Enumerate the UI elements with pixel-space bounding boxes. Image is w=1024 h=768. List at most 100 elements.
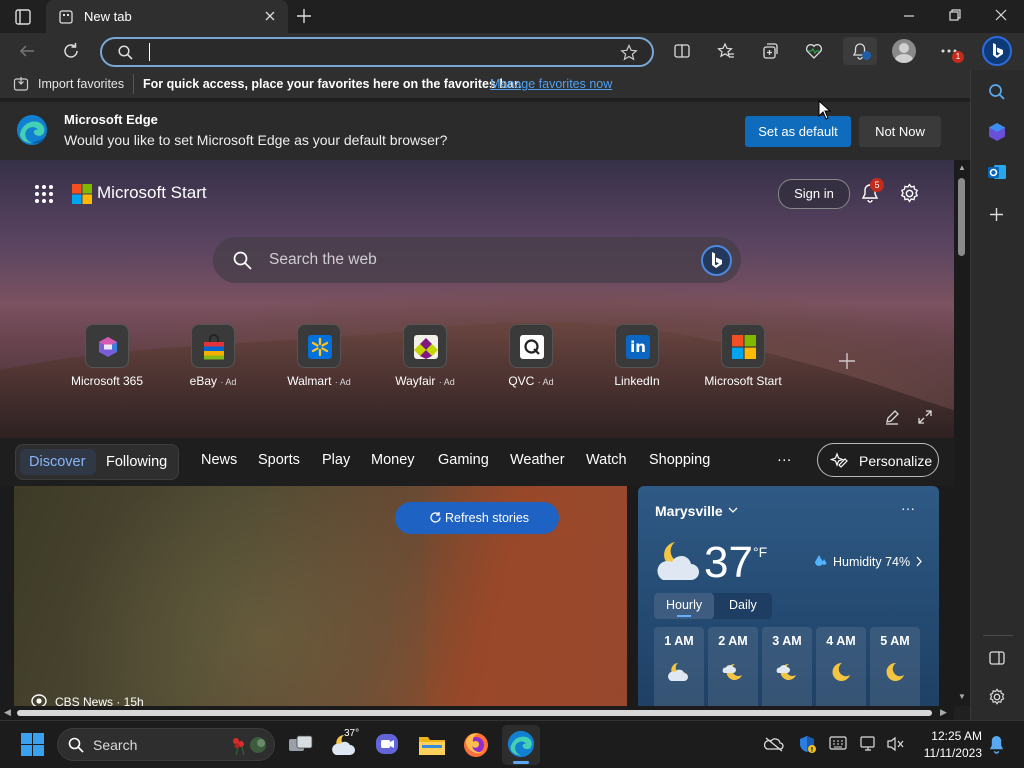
windows-start-icon[interactable]	[21, 733, 44, 756]
nav-weather[interactable]: Weather	[510, 452, 565, 468]
nav-shopping[interactable]: Shopping	[649, 452, 710, 468]
tab-hourly[interactable]: Hourly	[654, 593, 714, 619]
apps-launcher-icon[interactable]	[34, 184, 54, 204]
add-quick-link-icon[interactable]	[838, 352, 856, 370]
hour-slot[interactable]: 5 AM	[870, 627, 920, 706]
notification-dot	[862, 51, 871, 60]
nav-watch[interactable]: Watch	[586, 452, 627, 468]
favorite-star-icon[interactable]	[620, 44, 638, 62]
clock-time[interactable]: 12:25 AM	[912, 729, 982, 743]
edge-taskbar-icon	[507, 730, 535, 758]
vertical-scrollbar[interactable]: ▲ ▼	[954, 160, 970, 706]
notifications-button[interactable]	[843, 37, 877, 65]
personalize-label: Personalize	[859, 453, 933, 469]
restore-icon[interactable]	[949, 9, 961, 21]
close-tab-icon[interactable]	[264, 10, 276, 22]
tab-daily[interactable]: Daily	[729, 598, 757, 612]
horizontal-scroll-thumb[interactable]	[17, 710, 932, 716]
weather-more-icon[interactable]: ···	[901, 500, 915, 516]
weather-card[interactable]: Marysville ··· 37 °F Humidity 74% Hourly…	[638, 486, 939, 706]
back-icon[interactable]	[18, 42, 36, 60]
manage-favorites-link[interactable]: Manage favorites now	[490, 77, 612, 91]
teams-chat-icon[interactable]	[375, 732, 401, 758]
nav-more-button[interactable]: ···	[777, 452, 792, 468]
address-bar[interactable]	[100, 37, 654, 67]
banner-message: Would you like to set Microsoft Edge as …	[64, 132, 448, 148]
refresh-stories-button[interactable]: Refresh stories	[395, 502, 559, 534]
scroll-up-icon[interactable]: ▲	[958, 163, 966, 172]
nav-gaming[interactable]: Gaming	[438, 452, 489, 468]
vertical-scroll-thumb[interactable]	[958, 178, 965, 256]
security-shield-icon[interactable]: !	[797, 734, 817, 754]
tab-hourly-label: Hourly	[666, 598, 703, 612]
hide-sidebar-icon[interactable]	[989, 651, 1005, 665]
taskbar-search-box[interactable]: Search	[57, 728, 275, 761]
sidebar-settings-icon[interactable]	[988, 688, 1006, 706]
profile-avatar[interactable]	[892, 39, 916, 63]
task-view-icon[interactable]	[288, 734, 314, 754]
favorites-icon[interactable]	[717, 42, 735, 60]
split-screen-icon[interactable]	[673, 42, 691, 60]
file-explorer-icon[interactable]	[418, 733, 446, 757]
new-tab-button[interactable]	[296, 8, 312, 24]
story-source: CBS News · 15h	[55, 695, 144, 706]
scroll-down-icon[interactable]: ▼	[958, 692, 966, 701]
scroll-right-icon[interactable]: ▶	[940, 707, 947, 718]
horizontal-scrollbar[interactable]: ◀ ▶	[0, 706, 954, 720]
bing-chat-icon[interactable]	[701, 245, 732, 276]
sidebar-add-icon[interactable]	[989, 207, 1004, 222]
set-as-default-button[interactable]: Set as default	[745, 116, 851, 147]
minimize-icon[interactable]	[903, 10, 915, 22]
tab-following[interactable]: Following	[106, 454, 167, 470]
tab-title: New tab	[84, 9, 132, 24]
weather-unit[interactable]: °F	[753, 544, 767, 560]
web-search-box[interactable]: Search the web	[213, 237, 741, 283]
sidebar-copilot-icon[interactable]	[987, 122, 1007, 142]
close-window-icon[interactable]	[995, 9, 1007, 21]
keyboard-icon[interactable]	[829, 736, 847, 750]
humidity-chevron-icon[interactable]	[915, 556, 923, 567]
taskbar-weather-widget[interactable]: 37°	[332, 727, 362, 763]
quick-link-label: Walmart	[287, 374, 332, 388]
tab-new-tab[interactable]: New tab	[46, 0, 288, 33]
taskbar-edge-button[interactable]	[502, 725, 540, 765]
tab-discover[interactable]: Discover	[20, 449, 96, 475]
nav-money[interactable]: Money	[371, 452, 415, 468]
nav-news[interactable]: News	[201, 452, 237, 468]
ad-marker: · Ad	[537, 377, 554, 387]
notification-center-icon[interactable]	[988, 735, 1005, 754]
hour-slot[interactable]: 4 AM	[816, 627, 866, 706]
start-settings-icon[interactable]	[899, 183, 920, 204]
copilot-button[interactable]	[982, 36, 1012, 66]
refresh-icon[interactable]	[62, 42, 80, 60]
hour-slot[interactable]: 2 AM	[708, 627, 758, 706]
weather-location[interactable]: Marysville	[655, 503, 723, 519]
import-favorites-link[interactable]: Import favorites	[38, 77, 124, 91]
volume-muted-icon[interactable]	[886, 736, 904, 752]
collections-icon[interactable]	[761, 42, 779, 60]
firefox-icon[interactable]	[462, 731, 490, 759]
sidebar-outlook-icon[interactable]	[987, 162, 1007, 182]
clock-date[interactable]: 11/11/2023	[912, 746, 982, 760]
browser-essentials-icon[interactable]	[805, 42, 823, 60]
expand-icon[interactable]	[917, 409, 933, 425]
edit-background-icon[interactable]	[884, 409, 900, 425]
personalize-button[interactable]: Personalize	[817, 443, 939, 477]
nav-play[interactable]: Play	[322, 452, 350, 468]
sign-in-button[interactable]: Sign in	[778, 179, 850, 209]
sidebar-search-icon[interactable]	[988, 83, 1006, 101]
location-chevron-icon[interactable]	[728, 506, 738, 514]
sidebar-divider	[983, 635, 1013, 636]
tab-actions-icon[interactable]	[14, 8, 32, 26]
network-icon[interactable]	[860, 735, 878, 751]
address-input[interactable]	[146, 42, 606, 62]
scroll-left-icon[interactable]: ◀	[4, 707, 11, 718]
hour-slot[interactable]: 3 AM	[762, 627, 812, 706]
onedrive-icon[interactable]	[764, 736, 784, 752]
hour-label: 3 AM	[772, 634, 802, 648]
hour-slot[interactable]: 1 AM	[654, 627, 704, 706]
hour-label: 4 AM	[826, 634, 856, 648]
nav-sports[interactable]: Sports	[258, 452, 300, 468]
humidity-text: Humidity 74%	[833, 555, 911, 569]
not-now-button[interactable]: Not Now	[859, 116, 941, 147]
